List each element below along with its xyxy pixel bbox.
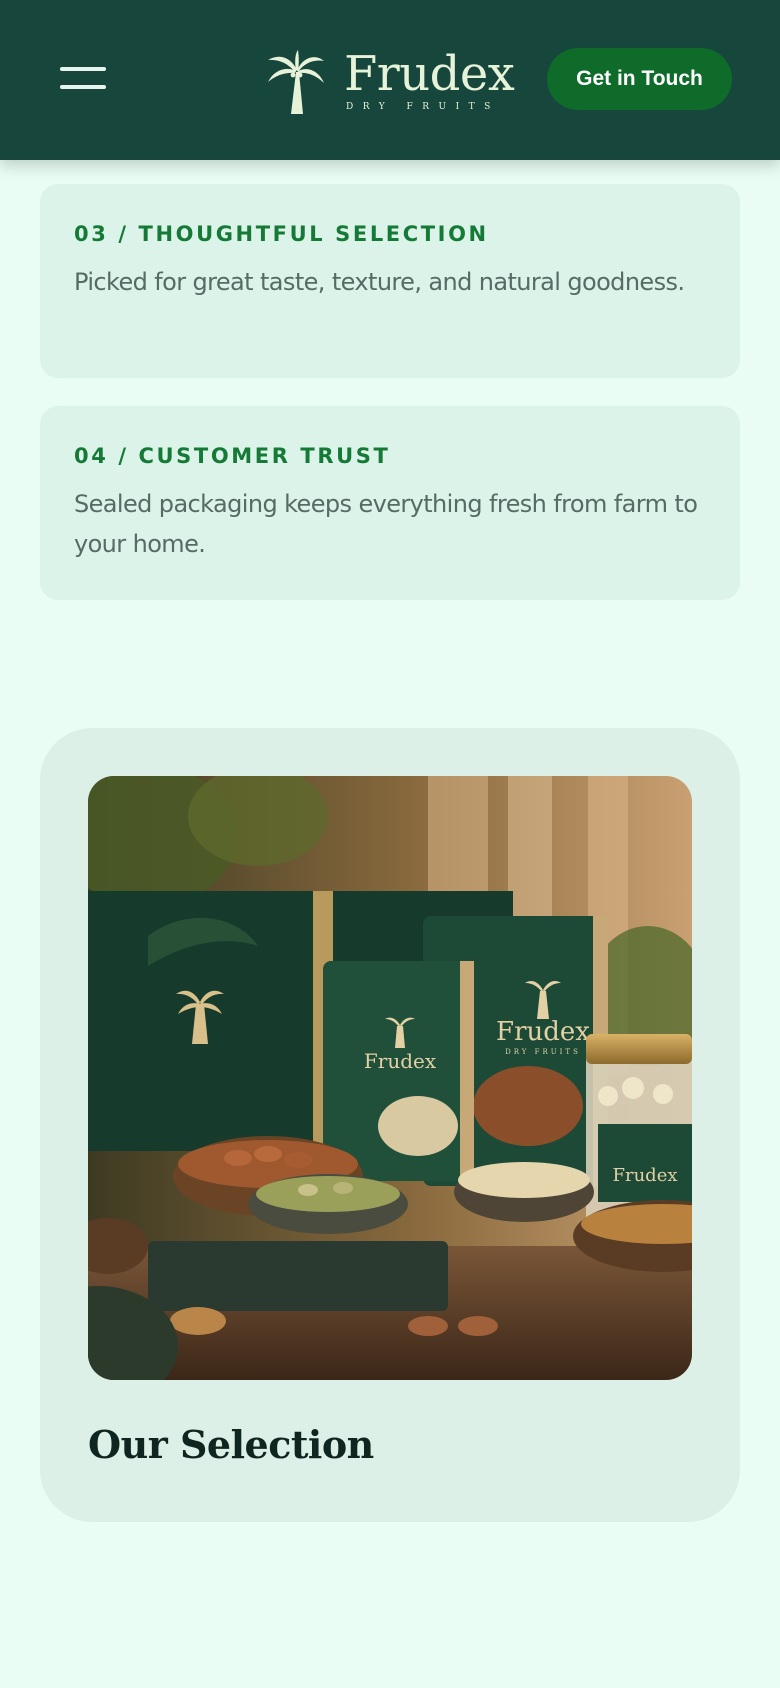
jar-brand-label: Frudex: [612, 1165, 677, 1186]
brand-tagline: DRY FRUITS: [346, 102, 500, 112]
selection-heading: Our Selection: [88, 1422, 374, 1467]
palm-tree-icon: [268, 50, 324, 114]
feature-card: 03 / THOUGHTFUL SELECTION Picked for gre…: [40, 184, 740, 378]
product-photo-illustration: Frudex DRY FRUITS Frudex Frudex: [88, 776, 692, 1380]
feature-text: Sealed packaging keeps everything fresh …: [74, 490, 698, 558]
feature-card: 04 / CUSTOMER TRUST Sealed packaging kee…: [40, 406, 740, 600]
menu-bar: [60, 85, 106, 89]
feature-title: 04 / CUSTOMER TRUST: [74, 444, 391, 468]
menu-bar: [60, 67, 106, 71]
selection-card[interactable]: Frudex DRY FRUITS Frudex Frudex Our Sele…: [40, 728, 740, 1522]
pouch-brand-label: Frudex: [496, 1017, 590, 1047]
brand-logo[interactable]: Frudex DRY FRUITS: [262, 46, 515, 120]
brand-name: Frudex: [344, 46, 515, 102]
get-in-touch-button[interactable]: Get in Touch: [547, 48, 732, 110]
small-pouch-brand-label: Frudex: [364, 1049, 437, 1073]
feature-text: Picked for great taste, texture, and nat…: [74, 268, 685, 296]
product-showcase-image: Frudex DRY FRUITS Frudex Frudex: [88, 776, 692, 1380]
feature-title: 03 / THOUGHTFUL SELECTION: [74, 222, 489, 246]
hamburger-menu-icon[interactable]: [56, 62, 110, 94]
site-header: Frudex DRY FRUITS Get in Touch: [0, 0, 780, 160]
pouch-brand-sublabel: DRY FRUITS: [505, 1048, 581, 1056]
